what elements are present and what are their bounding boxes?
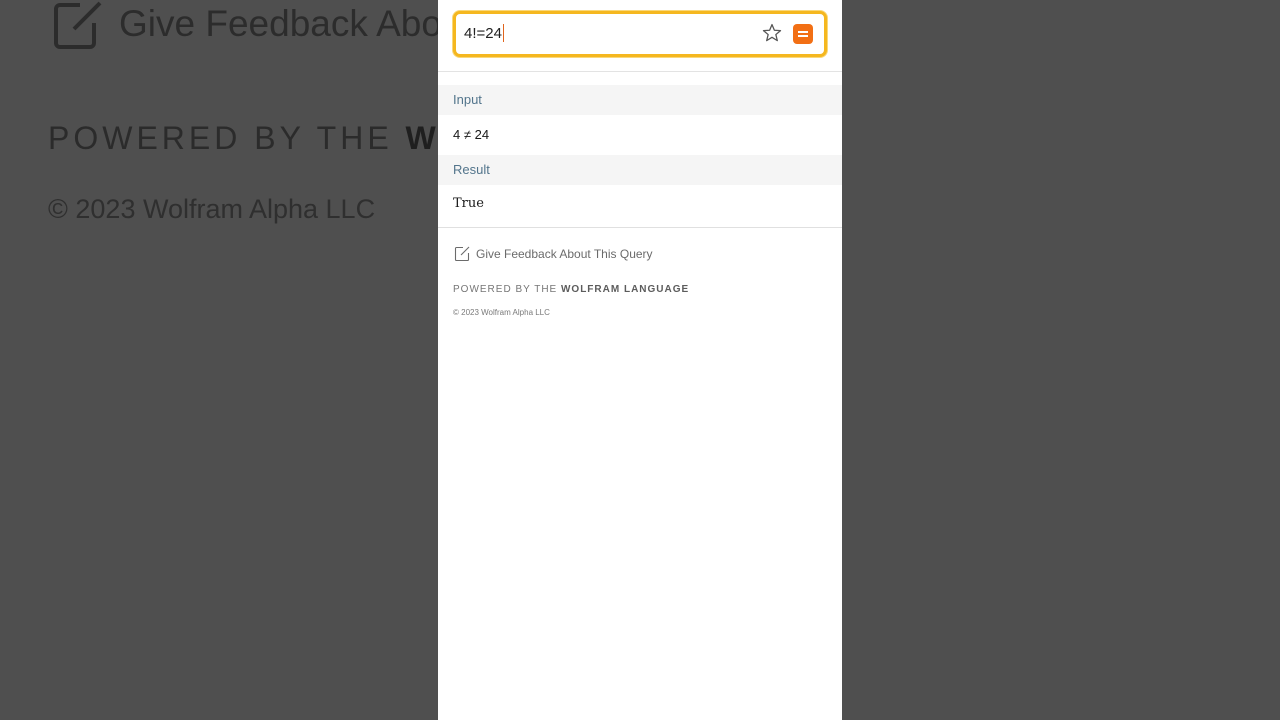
background-overlay: Give Feedback Abo POWERED BY THE WO © 20…: [0, 0, 438, 720]
search-box[interactable]: 4!=24: [453, 11, 827, 57]
feedback-label: Give Feedback About This Query: [476, 247, 653, 261]
search-area: 4!=24: [438, 0, 842, 72]
edit-icon: [454, 246, 470, 262]
background-copyright: © 2023 Wolfram Alpha LLC: [48, 194, 376, 224]
compute-button[interactable]: [793, 24, 813, 44]
pod-content-result: True: [453, 196, 484, 211]
background-feedback: Give Feedback Abo: [52, 0, 438, 52]
text-caret: [502, 24, 505, 42]
copyright: © 2023 Wolfram Alpha LLC: [453, 308, 550, 317]
equals-icon-bottom-bar: [798, 35, 808, 37]
background-powered-prefix: POWERED BY THE: [48, 120, 406, 156]
pod-title-input: Input: [438, 85, 842, 115]
search-input[interactable]: 4!=24: [464, 24, 505, 42]
feedback-link[interactable]: Give Feedback About This Query: [454, 246, 653, 262]
edit-icon: [54, 1, 102, 49]
background-powered-brand: WO: [405, 120, 438, 156]
pod-content-input: 4 ≠ 24: [453, 127, 490, 142]
background-feedback-label: Give Feedback Abo: [119, 3, 438, 44]
footer-divider: [438, 227, 842, 228]
equals-icon-top-bar: [798, 31, 808, 33]
powered-brand: WOLFRAM LANGUAGE: [560, 284, 690, 295]
results-panel: 4!=24 Input 4 ≠ 24 Result True Give Feed…: [438, 0, 842, 720]
powered-by[interactable]: POWERED BY THE WOLFRAM LANGUAGE: [453, 284, 689, 295]
powered-prefix: POWERED BY THE: [453, 284, 561, 295]
background-powered-by: POWERED BY THE WO: [48, 120, 438, 157]
star-icon[interactable]: [761, 22, 783, 44]
pod-title-result: Result: [438, 155, 842, 185]
search-query-text: 4!=24: [464, 24, 502, 42]
